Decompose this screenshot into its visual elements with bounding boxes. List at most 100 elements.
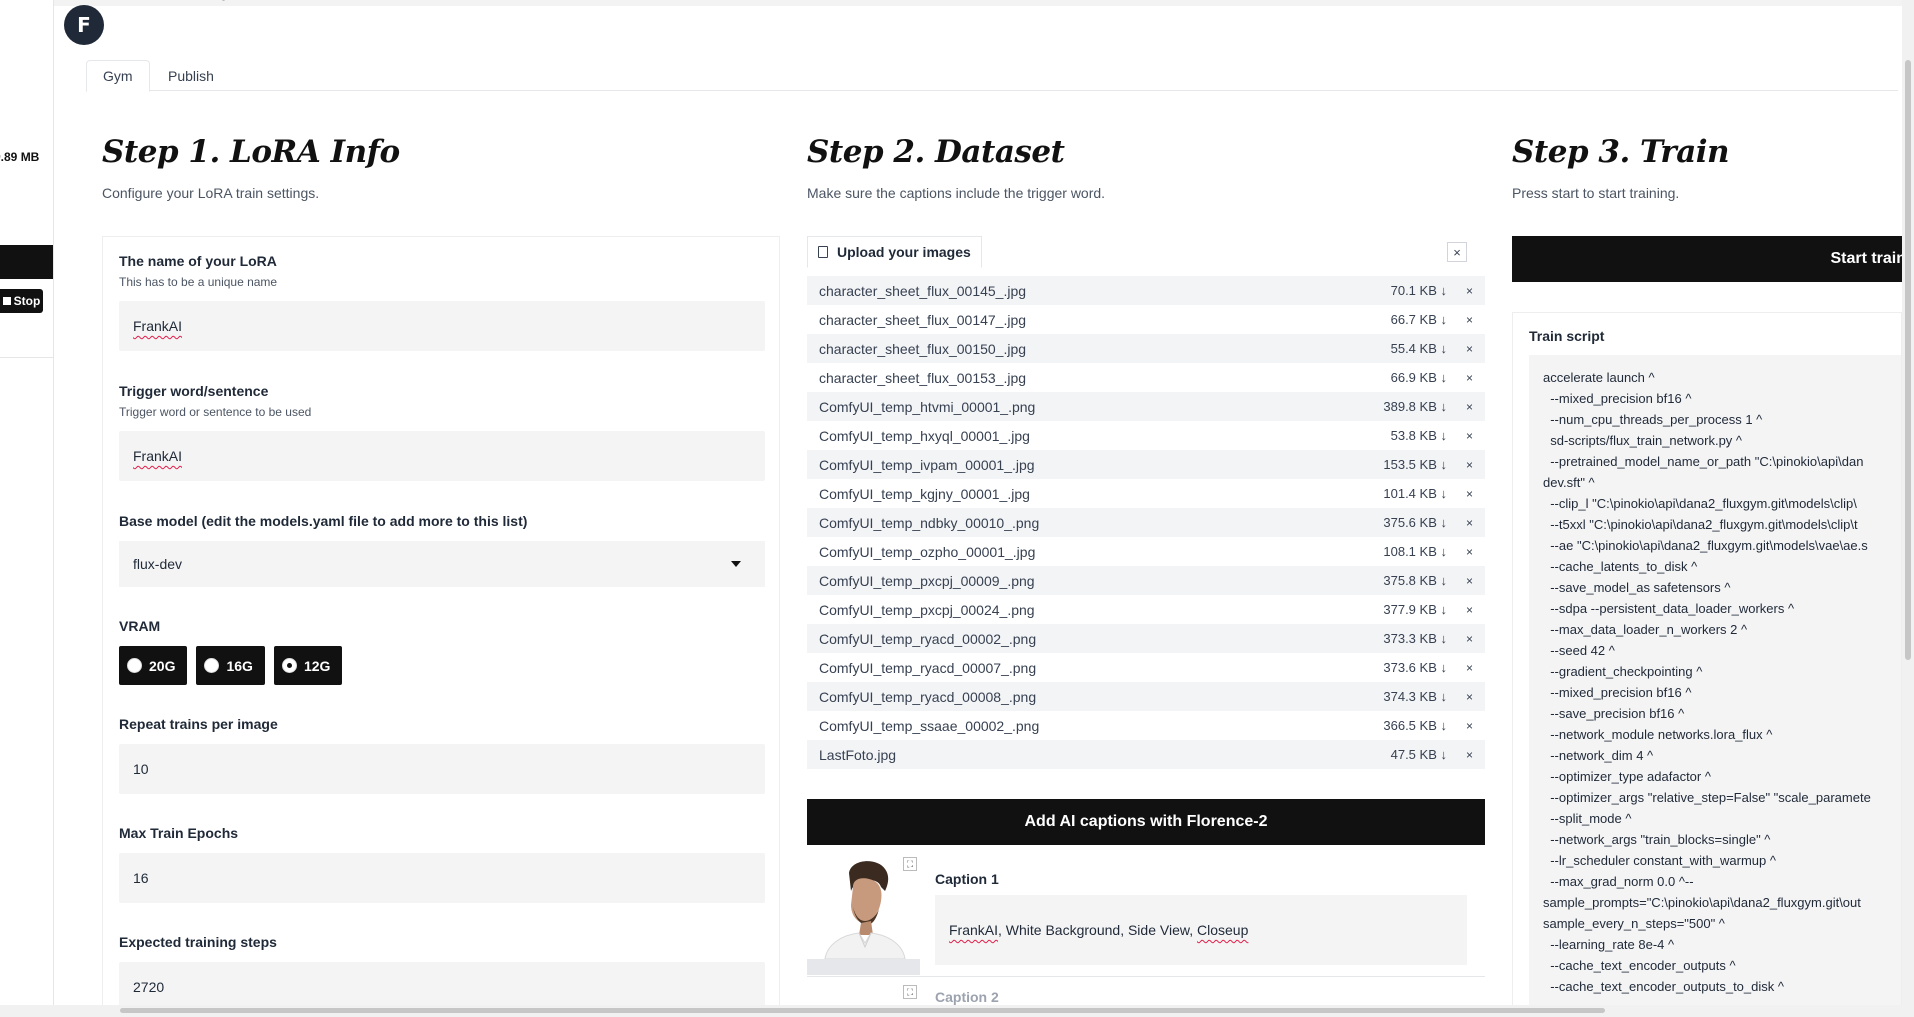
trigger-word-field: Trigger word/sentence Trigger word or se… xyxy=(119,383,765,481)
trigger-word-input[interactable]: FrankAI xyxy=(119,431,765,481)
step2-title: Step 2. Dataset xyxy=(807,134,1065,170)
file-size-value: 53.8 KB xyxy=(1390,428,1437,443)
file-name[interactable]: ComfyUI_temp_ozpho_00001_.jpg xyxy=(819,544,1327,560)
radio-selected-icon xyxy=(281,658,297,673)
remove-file-icon[interactable]: × xyxy=(1447,313,1473,327)
app-logo[interactable]: F xyxy=(64,5,104,45)
stop-button[interactable]: Stop xyxy=(0,289,43,313)
remove-file-icon[interactable]: × xyxy=(1447,632,1473,646)
file-name[interactable]: ComfyUI_temp_ivpam_00001_.jpg xyxy=(819,457,1327,473)
file-name[interactable]: ComfyUI_temp_kgjny_00001_.jpg xyxy=(819,486,1327,502)
file-name[interactable]: ComfyUI_temp_ssaae_00002_.png xyxy=(819,718,1327,734)
script-line: --network_dim 4 ^ xyxy=(1543,748,1654,763)
file-row[interactable]: ComfyUI_temp_ryacd_00002_.png 373.3 KB ↓ × xyxy=(807,624,1485,653)
file-row[interactable]: ComfyUI_temp_kgjny_00001_.jpg 101.4 KB ↓ × xyxy=(807,479,1485,508)
file-row[interactable]: character_sheet_flux_00145_.jpg 70.1 KB ↓… xyxy=(807,276,1485,305)
remove-file-icon[interactable]: × xyxy=(1447,603,1473,617)
file-row[interactable]: ComfyUI_temp_ozpho_00001_.jpg 108.1 KB ↓ × xyxy=(807,537,1485,566)
file-name[interactable]: ComfyUI_temp_ryacd_00002_.png xyxy=(819,631,1327,647)
remove-file-icon[interactable]: × xyxy=(1447,371,1473,385)
script-line: --pretrained_model_name_or_path "C:\pino… xyxy=(1543,454,1864,469)
file-row[interactable]: ComfyUI_temp_hxyql_00001_.jpg 53.8 KB ↓ × xyxy=(807,421,1485,450)
file-size: 375.6 KB ↓ xyxy=(1327,515,1447,530)
black-bar[interactable] xyxy=(0,245,53,279)
file-row[interactable]: LastFoto.jpg 47.5 KB ↓ × xyxy=(807,740,1485,769)
train-script-panel: Train script accelerate launch ^ --mixed… xyxy=(1512,312,1902,1017)
remove-file-icon[interactable]: × xyxy=(1447,400,1473,414)
file-row[interactable]: ComfyUI_temp_ryacd_00008_.png 374.3 KB ↓ × xyxy=(807,682,1485,711)
file-name[interactable]: ComfyUI_temp_hxyql_00001_.jpg xyxy=(819,428,1327,444)
remove-file-icon[interactable]: × xyxy=(1447,516,1473,530)
scrollbar-thumb[interactable] xyxy=(1905,60,1911,660)
remove-file-icon[interactable]: × xyxy=(1447,458,1473,472)
start-training-button[interactable]: Start training xyxy=(1512,236,1914,282)
remove-file-icon[interactable]: × xyxy=(1447,545,1473,559)
file-name[interactable]: ComfyUI_temp_ndbky_00010_.png xyxy=(819,515,1327,531)
tab-publish[interactable]: Publish xyxy=(152,60,230,92)
remove-file-icon[interactable]: × xyxy=(1447,574,1473,588)
file-name[interactable]: ComfyUI_temp_pxcpj_00009_.png xyxy=(819,573,1327,589)
file-name[interactable]: character_sheet_flux_00145_.jpg xyxy=(819,283,1327,299)
scrollbar-thumb[interactable] xyxy=(120,1008,1605,1013)
file-size: 53.8 KB ↓ xyxy=(1327,428,1447,443)
file-name[interactable]: LastFoto.jpg xyxy=(819,747,1327,763)
file-row[interactable]: ComfyUI_temp_ryacd_00007_.png 373.6 KB ↓ × xyxy=(807,653,1485,682)
file-row[interactable]: character_sheet_flux_00150_.jpg 55.4 KB ↓… xyxy=(807,334,1485,363)
caption-image[interactable]: ⛶ xyxy=(807,851,920,975)
expand-icon[interactable]: ⛶ xyxy=(903,985,917,999)
remove-file-icon[interactable]: × xyxy=(1447,487,1473,501)
train-script-textarea[interactable]: accelerate launch ^ --mixed_precision bf… xyxy=(1529,355,1901,1017)
file-row[interactable]: ComfyUI_temp_ndbky_00010_.png 375.6 KB ↓ × xyxy=(807,508,1485,537)
remove-file-icon[interactable]: × xyxy=(1447,284,1473,298)
file-row[interactable]: ComfyUI_temp_pxcpj_00024_.png 377.9 KB ↓ × xyxy=(807,595,1485,624)
remove-file-icon[interactable]: × xyxy=(1447,748,1473,762)
remove-file-icon[interactable]: × xyxy=(1447,342,1473,356)
file-row[interactable]: ComfyUI_temp_ivpam_00001_.jpg 153.5 KB ↓ × xyxy=(807,450,1485,479)
file-row[interactable]: character_sheet_flux_00153_.jpg 66.9 KB ↓… xyxy=(807,363,1485,392)
file-name[interactable]: ComfyUI_temp_ryacd_00008_.png xyxy=(819,689,1327,705)
horizontal-scrollbar[interactable] xyxy=(0,1005,1914,1017)
caption-1-input[interactable]: FrankAI, White Background, Side View, Cl… xyxy=(935,895,1467,965)
repeat-input[interactable]: 10 xyxy=(119,744,765,794)
file-name[interactable]: character_sheet_flux_00150_.jpg xyxy=(819,341,1327,357)
file-name[interactable]: ComfyUI_temp_pxcpj_00024_.png xyxy=(819,602,1327,618)
ai-caption-button[interactable]: Add AI captions with Florence-2 xyxy=(807,799,1485,845)
file-name[interactable]: ComfyUI_temp_htvmi_00001_.png xyxy=(819,399,1327,415)
file-name[interactable]: ComfyUI_temp_ryacd_00007_.png xyxy=(819,660,1327,676)
file-row[interactable]: character_sheet_flux_00147_.jpg 66.7 KB ↓… xyxy=(807,305,1485,334)
vram-option-12g[interactable]: 12G xyxy=(273,646,343,685)
file-row[interactable]: ComfyUI_temp_ssaae_00002_.png 366.5 KB ↓ × xyxy=(807,711,1485,740)
upload-bar: Upload your images × xyxy=(807,236,1485,270)
caption-card: ⛶ Caption 1 FrankAI, White Background, S… xyxy=(807,851,1485,976)
epochs-input[interactable]: 16 xyxy=(119,853,765,903)
remove-file-icon[interactable]: × xyxy=(1447,719,1473,733)
vertical-scrollbar[interactable] xyxy=(1902,0,1914,1017)
lora-name-input[interactable]: FrankAI xyxy=(119,301,765,351)
lora-settings-panel: The name of your LoRA This has to be a u… xyxy=(102,236,780,1017)
file-icon xyxy=(818,246,828,258)
file-name[interactable]: character_sheet_flux_00153_.jpg xyxy=(819,370,1327,386)
base-model-select[interactable]: flux-dev xyxy=(119,541,765,587)
file-size: 55.4 KB ↓ xyxy=(1327,341,1447,356)
tab-gym[interactable]: Gym xyxy=(86,60,150,92)
clear-files-button[interactable]: × xyxy=(1447,242,1467,262)
script-line: --save_model_as safetensors ^ xyxy=(1543,580,1731,595)
file-row[interactable]: ComfyUI_temp_htvmi_00001_.png 389.8 KB ↓ × xyxy=(807,392,1485,421)
vram-radio-group: 20G 16G 12G xyxy=(119,646,765,685)
file-row[interactable]: ComfyUI_temp_pxcpj_00009_.png 375.8 KB ↓ × xyxy=(807,566,1485,595)
vram-option-label: 12G xyxy=(303,657,331,674)
remove-file-icon[interactable]: × xyxy=(1447,429,1473,443)
script-line: --optimizer_args "relative_step=False" "… xyxy=(1543,790,1871,805)
file-size-value: 374.3 KB xyxy=(1383,689,1437,704)
repeat-label: Repeat trains per image xyxy=(119,716,278,732)
vram-option-16g[interactable]: 16G xyxy=(196,646,265,685)
upload-images-button[interactable]: Upload your images xyxy=(807,236,982,268)
script-line: --clip_l "C:\pinokio\api\dana2_fluxgym.g… xyxy=(1543,496,1857,511)
remove-file-icon[interactable]: × xyxy=(1447,690,1473,704)
file-size: 153.5 KB ↓ xyxy=(1327,457,1447,472)
file-size: 101.4 KB ↓ xyxy=(1327,486,1447,501)
expand-icon[interactable]: ⛶ xyxy=(903,857,917,871)
file-name[interactable]: character_sheet_flux_00147_.jpg xyxy=(819,312,1327,328)
remove-file-icon[interactable]: × xyxy=(1447,661,1473,675)
vram-option-20g[interactable]: 20G xyxy=(119,646,188,685)
